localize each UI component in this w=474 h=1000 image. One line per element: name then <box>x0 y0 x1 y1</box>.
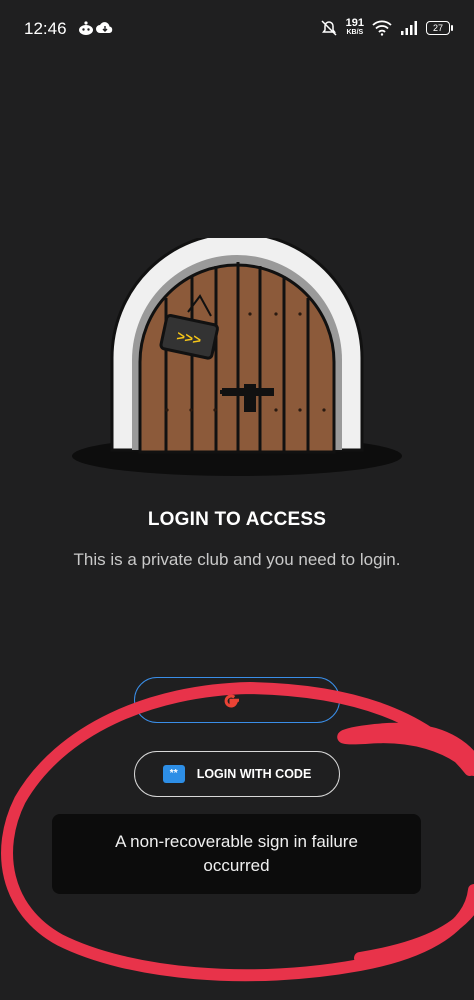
login-with-google-button[interactable] <box>134 677 340 723</box>
wifi-icon <box>372 20 392 36</box>
page-subtitle: This is a private club and you need to l… <box>73 550 401 569</box>
login-with-code-button[interactable]: ** LOGIN WITH CODE <box>134 751 340 797</box>
wooden-door-icon: >>> <box>72 231 402 476</box>
net-speed-unit: KB/S <box>346 29 364 36</box>
error-toast-message: A non-recoverable sign in failure occurr… <box>115 832 358 875</box>
code-icon: ** <box>162 765 185 783</box>
status-right-icons: 191 KB/S 27 <box>320 16 453 40</box>
status-bar: 12:46 191 KB/S 27 <box>0 0 474 60</box>
page-title: LOGIN TO ACCESS <box>147 509 327 530</box>
google-icon <box>224 694 239 708</box>
battery-indicator: 27 <box>426 21 453 35</box>
error-toast: A non-recoverable sign in failure occurr… <box>52 814 421 894</box>
cloud-download-icon <box>96 22 113 33</box>
status-time: 12:46 <box>24 19 67 38</box>
net-speed: 191 KB/S <box>346 18 364 38</box>
login-with-code-label: LOGIN WITH CODE <box>196 767 312 781</box>
reddit-icon <box>79 21 93 35</box>
hero-illustration: >>> <box>70 231 404 478</box>
mute-icon <box>321 20 337 36</box>
net-speed-value: 191 <box>345 17 364 29</box>
signal-icon <box>401 21 417 35</box>
status-left-icons <box>78 20 118 41</box>
